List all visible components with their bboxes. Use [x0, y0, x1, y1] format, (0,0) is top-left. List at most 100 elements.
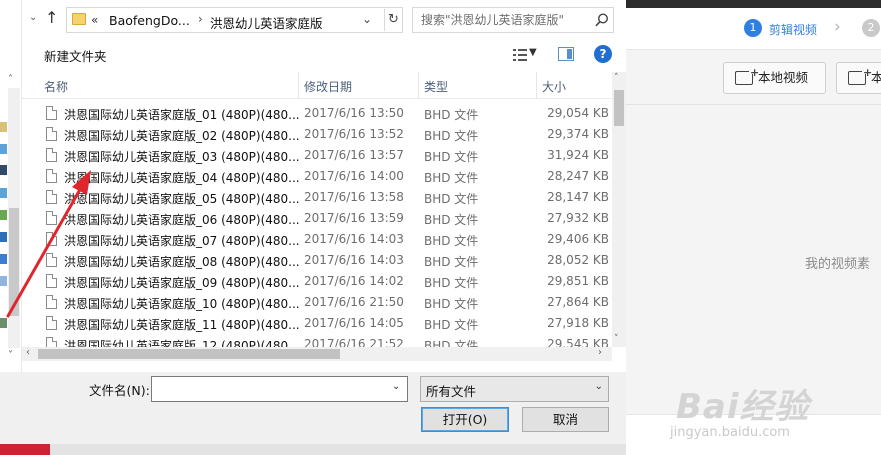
refresh-icon[interactable]: ↻ — [384, 9, 402, 31]
chevron-down-icon: ⌄ — [594, 381, 603, 392]
file-type: BHD 文件 — [424, 150, 479, 164]
file-date: 2017/6/16 14:03 — [304, 232, 404, 246]
column-size[interactable]: 大小 — [542, 78, 566, 95]
filename-input[interactable] — [151, 376, 408, 402]
scroll-up-icon[interactable]: ˄ — [614, 73, 619, 83]
chevron-down-icon[interactable]: ⌄ — [392, 381, 400, 392]
plus-icon: + — [863, 66, 873, 79]
breadcrumb-current-folder[interactable]: 洪恩幼儿英语家庭版 — [210, 13, 323, 32]
file-icon — [46, 274, 57, 288]
file-date: 2017/6/16 14:05 — [304, 316, 404, 330]
recent-locations-chevron-icon[interactable]: ⌄ — [29, 12, 37, 23]
file-size: 29,054 KB — [547, 106, 609, 120]
file-size: 28,247 KB — [547, 169, 609, 183]
column-divider[interactable] — [418, 72, 419, 99]
file-row[interactable]: 洪恩国际幼儿英语家庭版_03 (480P)(480... 2017/6/16 13… — [22, 145, 612, 166]
editor-toolbar: + 本地视频 + 本 — [626, 50, 881, 105]
file-type: BHD 文件 — [424, 255, 479, 269]
navigation-scrollbar[interactable] — [8, 88, 20, 348]
tree-item-icon[interactable] — [0, 144, 7, 154]
scroll-left-icon[interactable]: ‹ — [26, 347, 30, 358]
chevron-down-icon[interactable]: ⌄ — [362, 12, 372, 26]
step1-number: 1 — [744, 19, 762, 37]
view-options-icon[interactable] — [512, 48, 528, 62]
open-button[interactable]: 打开(O) — [421, 407, 509, 432]
editor-steps-bar: 1 剪辑视频 › 2 — [626, 8, 881, 50]
taskbar-gray-strip — [50, 444, 626, 455]
file-type: BHD 文件 — [424, 213, 479, 227]
media-library-area: 我的视频素 — [626, 106, 881, 414]
file-name: 洪恩国际幼儿英语家庭版_10 (480P)(480... — [64, 297, 299, 311]
step1-label[interactable]: 剪辑视频 — [769, 21, 817, 38]
file-date: 2017/6/16 13:57 — [304, 148, 404, 162]
filetype-select[interactable]: 所有文件 ⌄ — [420, 376, 609, 402]
file-name: 洪恩国际幼儿英语家庭版_04 (480P)(480... — [64, 171, 299, 185]
file-size: 28,052 KB — [547, 253, 609, 267]
tree-item-icon[interactable] — [0, 318, 7, 328]
file-row[interactable]: 洪恩国际幼儿英语家庭版_07 (480P)(480... 2017/6/16 14… — [22, 229, 612, 250]
tree-item-icon[interactable] — [0, 210, 7, 220]
preview-pane-icon[interactable] — [558, 47, 574, 61]
column-divider[interactable] — [298, 72, 299, 99]
file-date: 2017/6/16 13:50 — [304, 106, 404, 120]
column-name[interactable]: 名称 — [44, 78, 68, 95]
navigation-scroll-thumb[interactable] — [9, 208, 19, 316]
address-box[interactable]: « BaofengDo... › 洪恩幼儿英语家庭版 ⌄ ↻ — [66, 7, 403, 33]
local-image-button[interactable]: + 本 — [836, 62, 881, 94]
tree-item-icon[interactable] — [0, 122, 7, 132]
file-row[interactable]: 洪恩国际幼儿英语家庭版_09 (480P)(480... 2017/6/16 14… — [22, 271, 612, 292]
file-name: 洪恩国际幼儿英语家庭版_05 (480P)(480... — [64, 192, 299, 206]
file-name: 洪恩国际幼儿英语家庭版_03 (480P)(480... — [64, 150, 299, 164]
tree-item-icon[interactable] — [0, 276, 7, 286]
breadcrumb-baofeng[interactable]: BaofengDo... — [109, 13, 190, 28]
file-type: BHD 文件 — [424, 129, 479, 143]
step2-number[interactable]: 2 — [862, 19, 880, 37]
help-icon[interactable]: ? — [594, 45, 612, 63]
file-size: 29,406 KB — [547, 232, 609, 246]
search-box[interactable] — [412, 7, 614, 33]
column-header: ˄ 名称 修改日期 类型 大小 — [22, 72, 612, 99]
scroll-down-icon[interactable]: ˅ — [614, 334, 619, 344]
tree-item-icon[interactable] — [0, 188, 7, 198]
file-row[interactable]: 洪恩国际幼儿英语家庭版_02 (480P)(480... 2017/6/16 13… — [22, 124, 612, 145]
file-row[interactable]: 洪恩国际幼儿英语家庭版_10 (480P)(480... 2017/6/16 21… — [22, 292, 612, 313]
column-type[interactable]: 类型 — [424, 78, 448, 95]
file-list-vertical-scrollbar[interactable]: ˄ ˅ — [612, 72, 626, 347]
breadcrumb-separator-icon[interactable]: › — [198, 12, 203, 26]
address-chevrons[interactable]: « — [91, 13, 98, 27]
horizontal-scroll-thumb[interactable] — [38, 349, 340, 359]
file-row[interactable]: 洪恩国际幼儿英语家庭版_05 (480P)(480... 2017/6/16 13… — [22, 187, 612, 208]
file-row[interactable]: 洪恩国际幼儿英语家庭版_11 (480P)(480... 2017/6/16 14… — [22, 313, 612, 334]
view-dropdown-icon[interactable]: ▼ — [529, 47, 537, 58]
column-divider[interactable] — [536, 72, 537, 99]
file-date: 2017/6/16 13:58 — [304, 190, 404, 204]
editor-title-bar — [626, 0, 881, 8]
file-name: 洪恩国际幼儿英语家庭版_09 (480P)(480... — [64, 276, 299, 290]
file-row[interactable]: 洪恩国际幼儿英语家庭版_08 (480P)(480... 2017/6/16 14… — [22, 250, 612, 271]
local-video-button[interactable]: + 本地视频 — [723, 62, 826, 94]
file-name: 洪恩国际幼儿英语家庭版_06 (480P)(480... — [64, 213, 299, 227]
file-row[interactable]: 洪恩国际幼儿英语家庭版_01 (480P)(480... 2017/6/16 13… — [22, 103, 612, 124]
file-type: BHD 文件 — [424, 171, 479, 185]
address-bar: → ⌄ ↑ « BaofengDo... › 洪恩幼儿英语家庭版 ⌄ ↻ — [0, 0, 626, 40]
search-input[interactable] — [421, 13, 591, 27]
new-folder-button[interactable]: 新建文件夹 — [44, 46, 107, 65]
scroll-right-icon[interactable]: › — [598, 347, 602, 358]
file-date: 2017/6/16 14:00 — [304, 169, 404, 183]
column-date[interactable]: 修改日期 — [304, 78, 352, 95]
tree-item-icon[interactable] — [0, 165, 7, 175]
file-name: 洪恩国际幼儿英语家庭版_07 (480P)(480... — [64, 234, 299, 248]
cancel-button[interactable]: 取消 — [522, 407, 609, 432]
file-row[interactable]: 洪恩国际幼儿英语家庭版_06 (480P)(480... 2017/6/16 13… — [22, 208, 612, 229]
scroll-down-icon[interactable]: ˅ — [8, 350, 13, 361]
scroll-up-icon[interactable]: ˄ — [8, 74, 13, 85]
up-arrow-icon[interactable]: ↑ — [45, 8, 58, 27]
file-row[interactable]: 洪恩国际幼儿英语家庭版_04 (480P)(480... 2017/6/16 14… — [22, 166, 612, 187]
search-icon[interactable] — [594, 12, 610, 28]
tree-item-icon[interactable] — [0, 254, 7, 264]
file-date: 2017/6/16 13:59 — [304, 211, 404, 225]
vertical-scroll-thumb[interactable] — [614, 90, 624, 126]
file-list-horizontal-scrollbar[interactable]: ‹ › — [22, 347, 612, 361]
tree-item-icon[interactable] — [0, 232, 7, 242]
file-icon — [46, 295, 57, 309]
